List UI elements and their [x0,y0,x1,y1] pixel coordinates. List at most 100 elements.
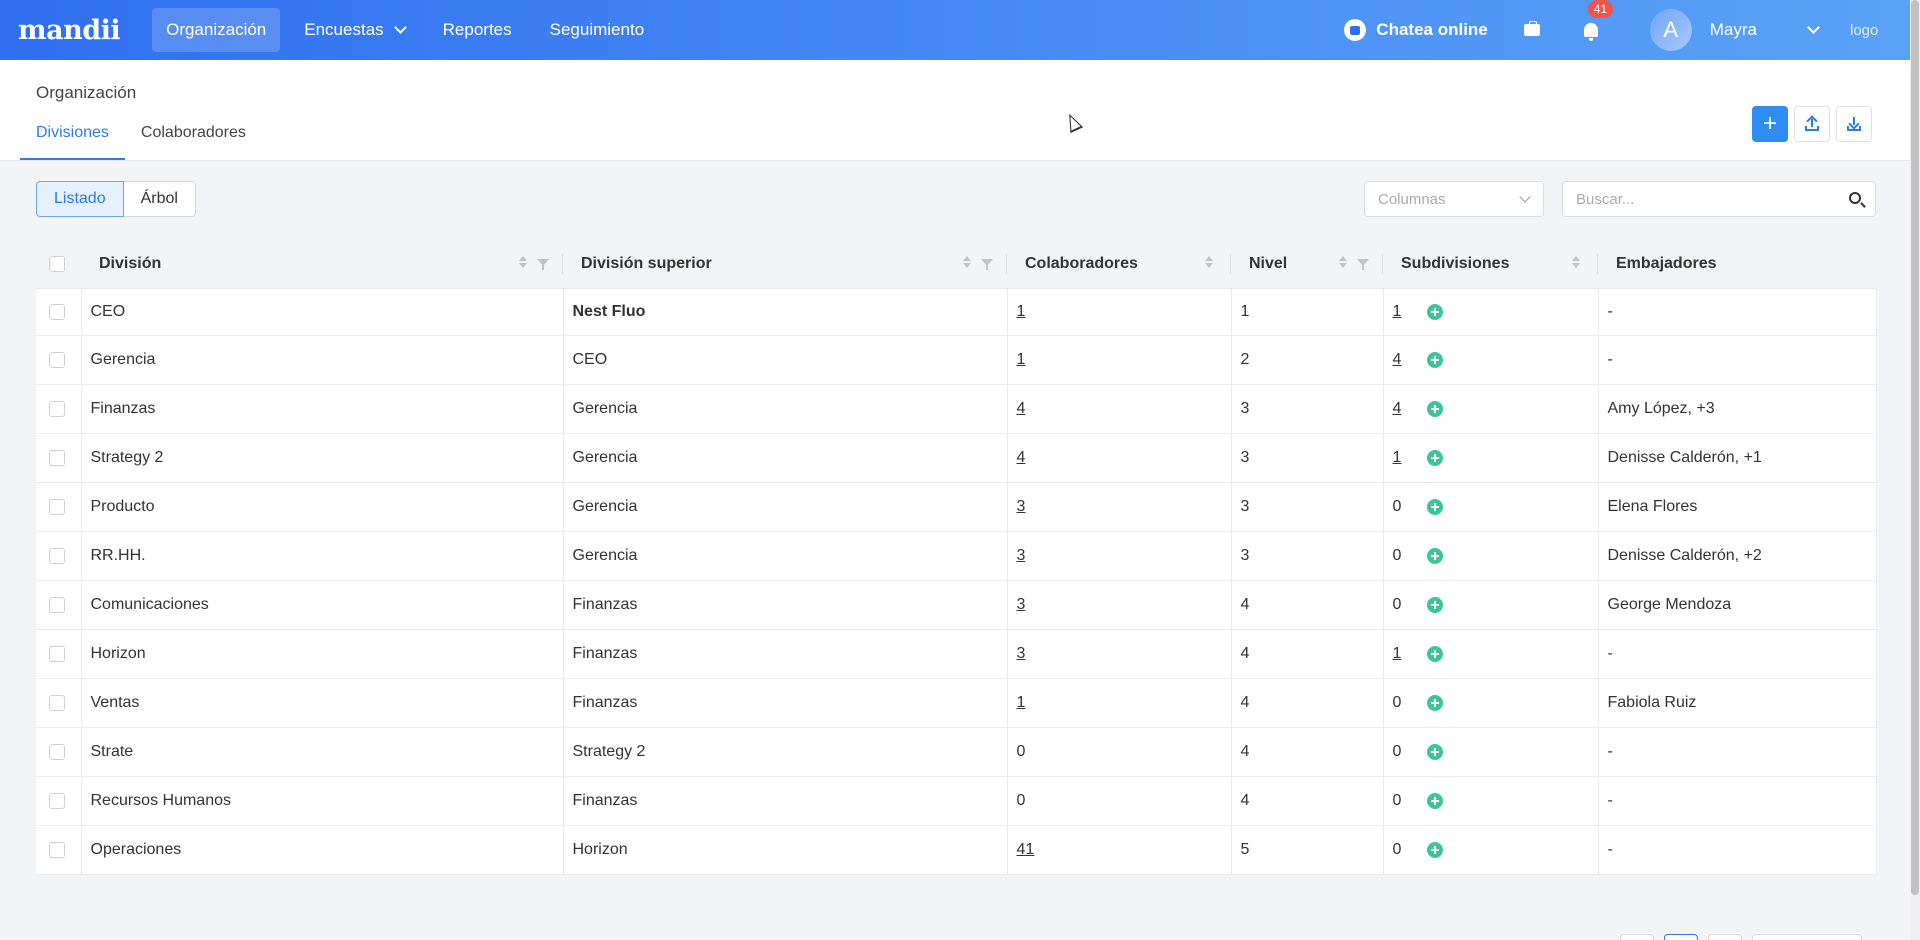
sort-icon[interactable] [519,256,527,268]
row-checkbox[interactable] [49,400,65,417]
column-header-division-superior[interactable]: División superior [563,240,1007,289]
table-row[interactable]: Horizon Finanzas 3 4 1 - [36,629,1877,679]
search-input[interactable]: Buscar... [1562,181,1876,217]
briefcase-icon[interactable] [1523,21,1540,36]
division-superior-name: Finanzas [572,644,638,662]
colaboradores-count[interactable]: 1 [1017,694,1026,711]
tab-colaboradores[interactable]: Colaboradores [125,116,262,160]
colaboradores-count[interactable]: 1 [1017,351,1026,368]
add-subdivision-icon[interactable] [1426,303,1443,320]
row-checkbox[interactable] [49,498,65,515]
table-row[interactable]: Recursos Humanos Finanzas 0 4 0 - [36,776,1877,826]
table-row[interactable]: Gerencia CEO 1 2 4 - [36,335,1877,385]
tab-divisiones[interactable]: Divisiones [20,116,125,160]
nav-item-encuestas[interactable]: Encuestas [290,8,418,52]
row-checkbox[interactable] [49,841,65,858]
row-checkbox[interactable] [49,303,65,320]
add-subdivision-icon[interactable] [1426,645,1443,662]
colaboradores-count[interactable]: 3 [1017,547,1026,564]
select-all-checkbox[interactable] [49,255,65,272]
nav-item-seguimiento[interactable]: Seguimiento [536,8,659,52]
row-checkbox[interactable] [49,743,65,760]
nav-item-reportes[interactable]: Reportes [429,8,526,52]
pagination-next-button[interactable] [1708,934,1742,940]
column-header-colaboradores[interactable]: Colaboradores [1007,240,1231,289]
add-subdivision-icon[interactable] [1426,400,1443,417]
column-header-label: Embajadores [1616,254,1717,272]
table-row[interactable]: Operaciones Horizon 41 5 0 - [36,825,1877,875]
user-menu-chevron-down-icon[interactable] [1807,21,1820,34]
filter-icon[interactable] [537,258,549,270]
subdivisiones-count[interactable]: 4 [1393,351,1427,369]
sort-icon[interactable] [1205,256,1213,268]
add-subdivision-icon[interactable] [1426,596,1443,613]
add-subdivision-icon[interactable] [1426,694,1443,711]
table-row[interactable]: CEO Nest Fluo 1 1 1 - [36,288,1877,336]
colaboradores-count[interactable]: 3 [1017,596,1026,613]
subdivisiones-count[interactable]: 1 [1393,645,1427,663]
notifications-button[interactable]: 41 [1583,0,1614,41]
colaboradores-count[interactable]: 3 [1017,645,1026,662]
division-cell: RR.HH. [81,531,564,581]
sort-icon[interactable] [963,256,971,268]
row-checkbox[interactable] [49,596,65,613]
row-checkbox[interactable] [49,547,65,564]
nav-item-label: Encuestas [304,20,384,39]
add-subdivision-icon[interactable] [1426,547,1443,564]
table-row[interactable]: Comunicaciones Finanzas 3 4 0 George Mendoza [36,580,1877,630]
avatar[interactable]: A [1649,9,1692,51]
subdivisiones-count[interactable]: 1 [1393,303,1427,321]
view-arbol-button[interactable]: Árbol [123,181,196,217]
row-checkbox[interactable] [49,449,65,466]
table-row[interactable]: Finanzas Gerencia 4 3 4 Amy López, +3 [36,384,1877,434]
brand-logo[interactable]: mandii [18,15,121,46]
table-row[interactable]: RR.HH. Gerencia 3 3 0 Denisse Calderón, +2 [36,531,1877,581]
column-header-nivel[interactable]: Nivel [1231,240,1383,289]
user-name[interactable]: Mayra [1710,20,1757,40]
columns-select[interactable]: Columnas [1364,181,1544,217]
page-size-select[interactable] [1752,934,1862,940]
row-select-cell [36,384,82,434]
pagination-page-button[interactable] [1664,934,1698,940]
add-subdivision-icon[interactable] [1426,841,1443,858]
add-subdivision-icon[interactable] [1426,743,1443,760]
page-scrollbar[interactable] [1910,0,1920,940]
nivel-cell: 4 [1231,580,1384,630]
column-header-division[interactable]: División [81,240,563,289]
filter-icon[interactable] [981,258,993,270]
row-checkbox[interactable] [49,694,65,711]
colaboradores-count[interactable]: 3 [1017,498,1026,515]
filter-icon[interactable] [1357,258,1369,270]
sort-icon[interactable] [1572,256,1580,268]
colaboradores-count[interactable]: 4 [1017,449,1026,466]
sort-icon[interactable] [1339,256,1347,268]
chat-online-button[interactable]: Chatea online [1344,19,1488,41]
column-header-subdivisiones[interactable]: Subdivisiones [1383,240,1598,289]
subdivisiones-count[interactable]: 4 [1393,400,1427,418]
colaboradores-count[interactable]: 4 [1017,400,1026,417]
scrollbar-thumb[interactable] [1911,0,1919,895]
table-row[interactable]: Strategy 2 Gerencia 4 3 1 Denisse Calderón, +… [36,433,1877,483]
add-subdivision-icon[interactable] [1426,792,1443,809]
table-row[interactable]: Ventas Finanzas 1 4 0 Fabiola Ruiz [36,678,1877,728]
view-listado-button[interactable]: Listado [36,181,124,217]
row-checkbox[interactable] [49,645,65,662]
download-button[interactable] [1836,106,1872,142]
pagination-prev-button[interactable] [1620,934,1654,940]
colaboradores-count[interactable]: 1 [1017,303,1026,320]
nav-item-organizacion[interactable]: Organización [152,8,281,52]
table-row[interactable]: Producto Gerencia 3 3 0 Elena Flores [36,482,1877,532]
add-subdivision-icon[interactable] [1426,449,1443,466]
search-icon[interactable] [1849,192,1861,204]
subdivisiones-count[interactable]: 1 [1393,449,1427,467]
add-division-button[interactable]: + [1752,106,1788,142]
upload-button[interactable] [1794,106,1830,142]
colaboradores-count[interactable]: 41 [1017,841,1035,858]
add-subdivision-icon[interactable] [1426,498,1443,515]
row-checkbox[interactable] [49,792,65,809]
add-subdivision-icon[interactable] [1426,351,1443,368]
table-row[interactable]: Strate Strategy 2 0 4 0 - [36,727,1877,777]
division-name: Finanzas [90,399,156,417]
row-checkbox[interactable] [49,351,65,368]
division-cell: Strate [81,727,564,777]
